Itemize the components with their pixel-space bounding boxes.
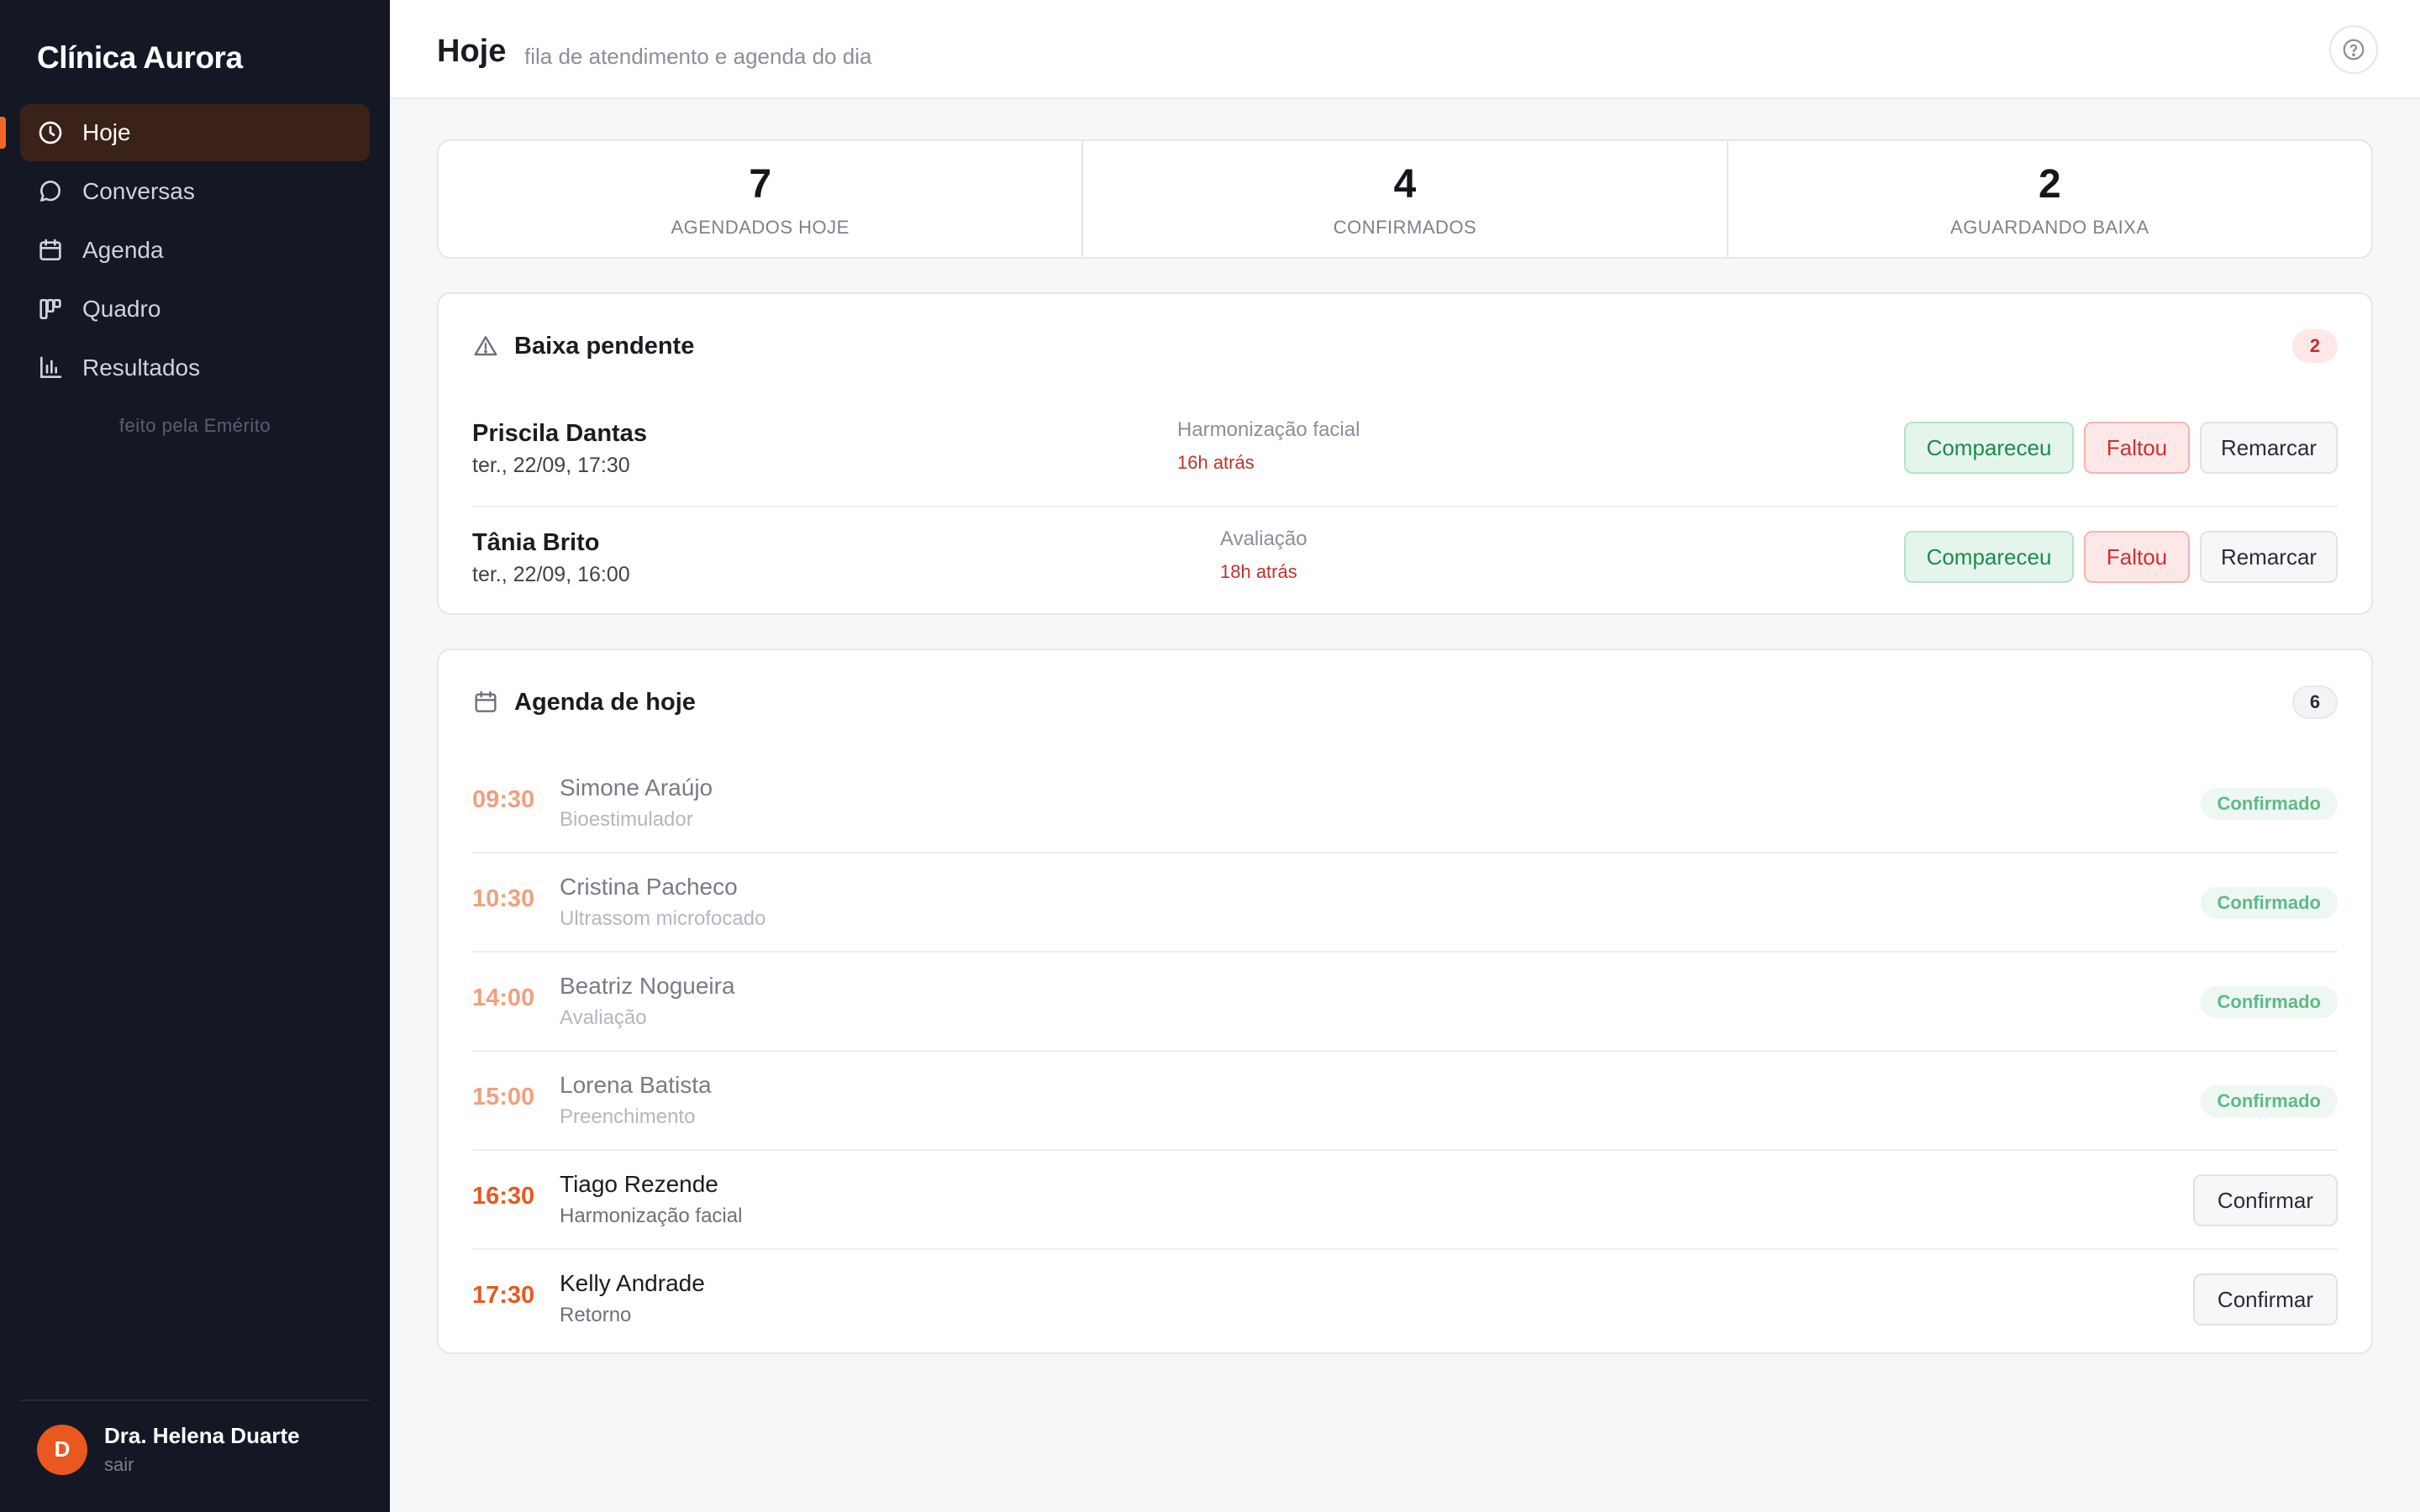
- chat-bubble-icon: [37, 178, 64, 205]
- missed-button[interactable]: Faltou: [2084, 422, 2190, 474]
- attended-button[interactable]: Compareceu: [1904, 422, 2074, 474]
- procedure-name: Harmonização facial: [560, 1205, 743, 1227]
- stat-agendados-hoje: 7 AGENDADOS HOJE: [439, 141, 1084, 257]
- sidebar-item-hoje[interactable]: Hoje: [20, 104, 370, 161]
- reschedule-button[interactable]: Remarcar: [2200, 422, 2338, 474]
- overdue-time: 16h atrás: [1177, 452, 1255, 473]
- page-title: Hoje: [437, 34, 507, 69]
- active-nav-marker: [0, 117, 6, 149]
- procedure-name: Avaliação: [560, 1006, 647, 1029]
- help-button[interactable]: [2329, 25, 2378, 74]
- agenda-row[interactable]: 16:30 Tiago Rezende Harmonização facial …: [472, 1151, 2338, 1250]
- appointment-date: ter., 22/09, 17:30: [472, 454, 630, 477]
- row-actions: Compareceu Faltou Remarcar: [1904, 531, 2338, 583]
- sidebar-item-label: Conversas: [82, 178, 195, 204]
- stat-aguardando-baixa: 2 AGUARDANDO BAIXA: [1728, 141, 2371, 257]
- card-title: Baixa pendente: [514, 332, 695, 360]
- appointment-time: 17:30: [472, 1282, 535, 1309]
- sidebar-item-agenda[interactable]: Agenda: [20, 222, 370, 279]
- attended-button[interactable]: Compareceu: [1904, 531, 2074, 583]
- page-subtitle: fila de atendimento e agenda do dia: [524, 44, 872, 69]
- appointment-date: ter., 22/09, 16:00: [472, 563, 630, 586]
- card-title: Agenda de hoje: [514, 688, 696, 716]
- patient-name: Beatriz Nogueira: [560, 973, 735, 999]
- procedure-name: Ultrassom microfocado: [560, 907, 766, 930]
- made-by-credit: feito pela Emérito: [118, 415, 271, 436]
- sidebar-nav: Hoje Conversas Agenda Quadro Resultados: [20, 104, 370, 398]
- pending-row: Tânia Brito ter., 22/09, 16:00 Avaliação…: [472, 507, 2338, 617]
- sidebar-item-label: Quadro: [82, 296, 161, 322]
- stats-summary: 7 AGENDADOS HOJE 4 CONFIRMADOS 2 AGUARDA…: [437, 139, 2373, 259]
- sidebar-item-label: Agenda: [82, 237, 164, 263]
- patient-name: Kelly Andrade: [560, 1270, 705, 1296]
- procedure-name: Retorno: [560, 1304, 632, 1326]
- warning-triangle-icon: [472, 333, 499, 360]
- agenda-row[interactable]: 10:30 Cristina Pacheco Ultrassom microfo…: [472, 853, 2338, 953]
- agenda-count-badge: 6: [2292, 685, 2338, 719]
- reschedule-button[interactable]: Remarcar: [2200, 531, 2338, 583]
- sidebar-item-conversas[interactable]: Conversas: [20, 163, 370, 220]
- status-badge: Confirmado: [2200, 986, 2338, 1018]
- user-profile: D Dra. Helena Duarte sair: [37, 1423, 300, 1476]
- stat-value: 2: [2038, 162, 2061, 207]
- patient-name: Simone Araújo: [560, 774, 713, 801]
- status-badge: Confirmado: [2200, 1085, 2338, 1117]
- agenda-row[interactable]: 14:00 Beatriz Nogueira Avaliação Confirm…: [472, 953, 2338, 1052]
- avatar[interactable]: D: [37, 1424, 87, 1475]
- sidebar: Clínica Aurora Hoje Conversas Agenda Qua…: [0, 0, 390, 1512]
- kanban-board-icon: [37, 296, 64, 323]
- patient-name: Tiago Rezende: [560, 1171, 718, 1197]
- patient-name: Priscila Dantas: [472, 420, 647, 447]
- appointment-time: 15:00: [472, 1084, 535, 1110]
- sidebar-divider: [20, 1399, 370, 1401]
- sidebar-item-label: Hoje: [82, 119, 131, 145]
- confirm-button[interactable]: Confirmar: [2193, 1273, 2338, 1326]
- agenda-row[interactable]: 15:00 Lorena Batista Preenchimento Confi…: [472, 1052, 2338, 1151]
- procedure-name: Harmonização facial: [1177, 418, 1360, 441]
- logout-link[interactable]: sair: [104, 1454, 300, 1476]
- confirm-button[interactable]: Confirmar: [2193, 1174, 2338, 1226]
- procedure-name: Bioestimulador: [560, 808, 693, 831]
- stat-label: AGUARDANDO BAIXA: [1950, 217, 2149, 238]
- stat-confirmados: 4 CONFIRMADOS: [1083, 141, 1728, 257]
- agenda-list: 09:30 Simone Araújo Bioestimulador Confi…: [472, 754, 2338, 1349]
- calendar-icon: [37, 237, 64, 264]
- sidebar-item-resultados[interactable]: Resultados: [20, 339, 370, 396]
- pending-count-badge: 2: [2292, 329, 2338, 363]
- agenda-row[interactable]: 09:30 Simone Araújo Bioestimulador Confi…: [472, 754, 2338, 853]
- pending-row: Priscila Dantas ter., 22/09, 17:30 Harmo…: [472, 398, 2338, 507]
- bar-chart-icon: [37, 354, 64, 381]
- user-name: Dra. Helena Duarte: [104, 1423, 300, 1448]
- sidebar-item-label: Resultados: [82, 354, 201, 381]
- page-header: Hoje fila de atendimento e agenda do dia: [390, 0, 2420, 99]
- stat-label: CONFIRMADOS: [1333, 217, 1477, 238]
- appointment-time: 09:30: [472, 786, 535, 813]
- agenda-row[interactable]: 17:30 Kelly Andrade Retorno Confirmar: [472, 1250, 2338, 1349]
- status-badge: Confirmado: [2200, 887, 2338, 919]
- stat-value: 7: [749, 162, 772, 207]
- help-circle-icon: [2341, 37, 2366, 62]
- today-agenda-card: Agenda de hoje 6 09:30 Simone Araújo Bio…: [437, 648, 2373, 1354]
- missed-button[interactable]: Faltou: [2084, 531, 2190, 583]
- stat-label: AGENDADOS HOJE: [671, 217, 850, 238]
- procedure-name: Avaliação: [1220, 528, 1307, 550]
- pending-discharge-card: Baixa pendente 2 Priscila Dantas ter., 2…: [437, 292, 2373, 615]
- appointment-time: 16:30: [472, 1183, 535, 1210]
- appointment-time: 14:00: [472, 984, 535, 1011]
- stat-value: 4: [1393, 162, 1417, 207]
- status-badge: Confirmado: [2200, 788, 2338, 820]
- brand-name: Clínica Aurora: [37, 40, 243, 75]
- patient-name: Tânia Brito: [472, 529, 600, 556]
- calendar-icon: [472, 689, 499, 716]
- clock-icon: [37, 119, 64, 146]
- appointment-time: 10:30: [472, 885, 535, 912]
- patient-name: Cristina Pacheco: [560, 874, 738, 900]
- card-header: Baixa pendente 2: [472, 294, 2338, 398]
- card-header: Agenda de hoje 6: [472, 650, 2338, 754]
- overdue-time: 18h atrás: [1220, 561, 1297, 582]
- procedure-name: Preenchimento: [560, 1105, 696, 1128]
- row-actions: Compareceu Faltou Remarcar: [1904, 422, 2338, 474]
- sidebar-item-quadro[interactable]: Quadro: [20, 281, 370, 338]
- patient-name: Lorena Batista: [560, 1072, 712, 1098]
